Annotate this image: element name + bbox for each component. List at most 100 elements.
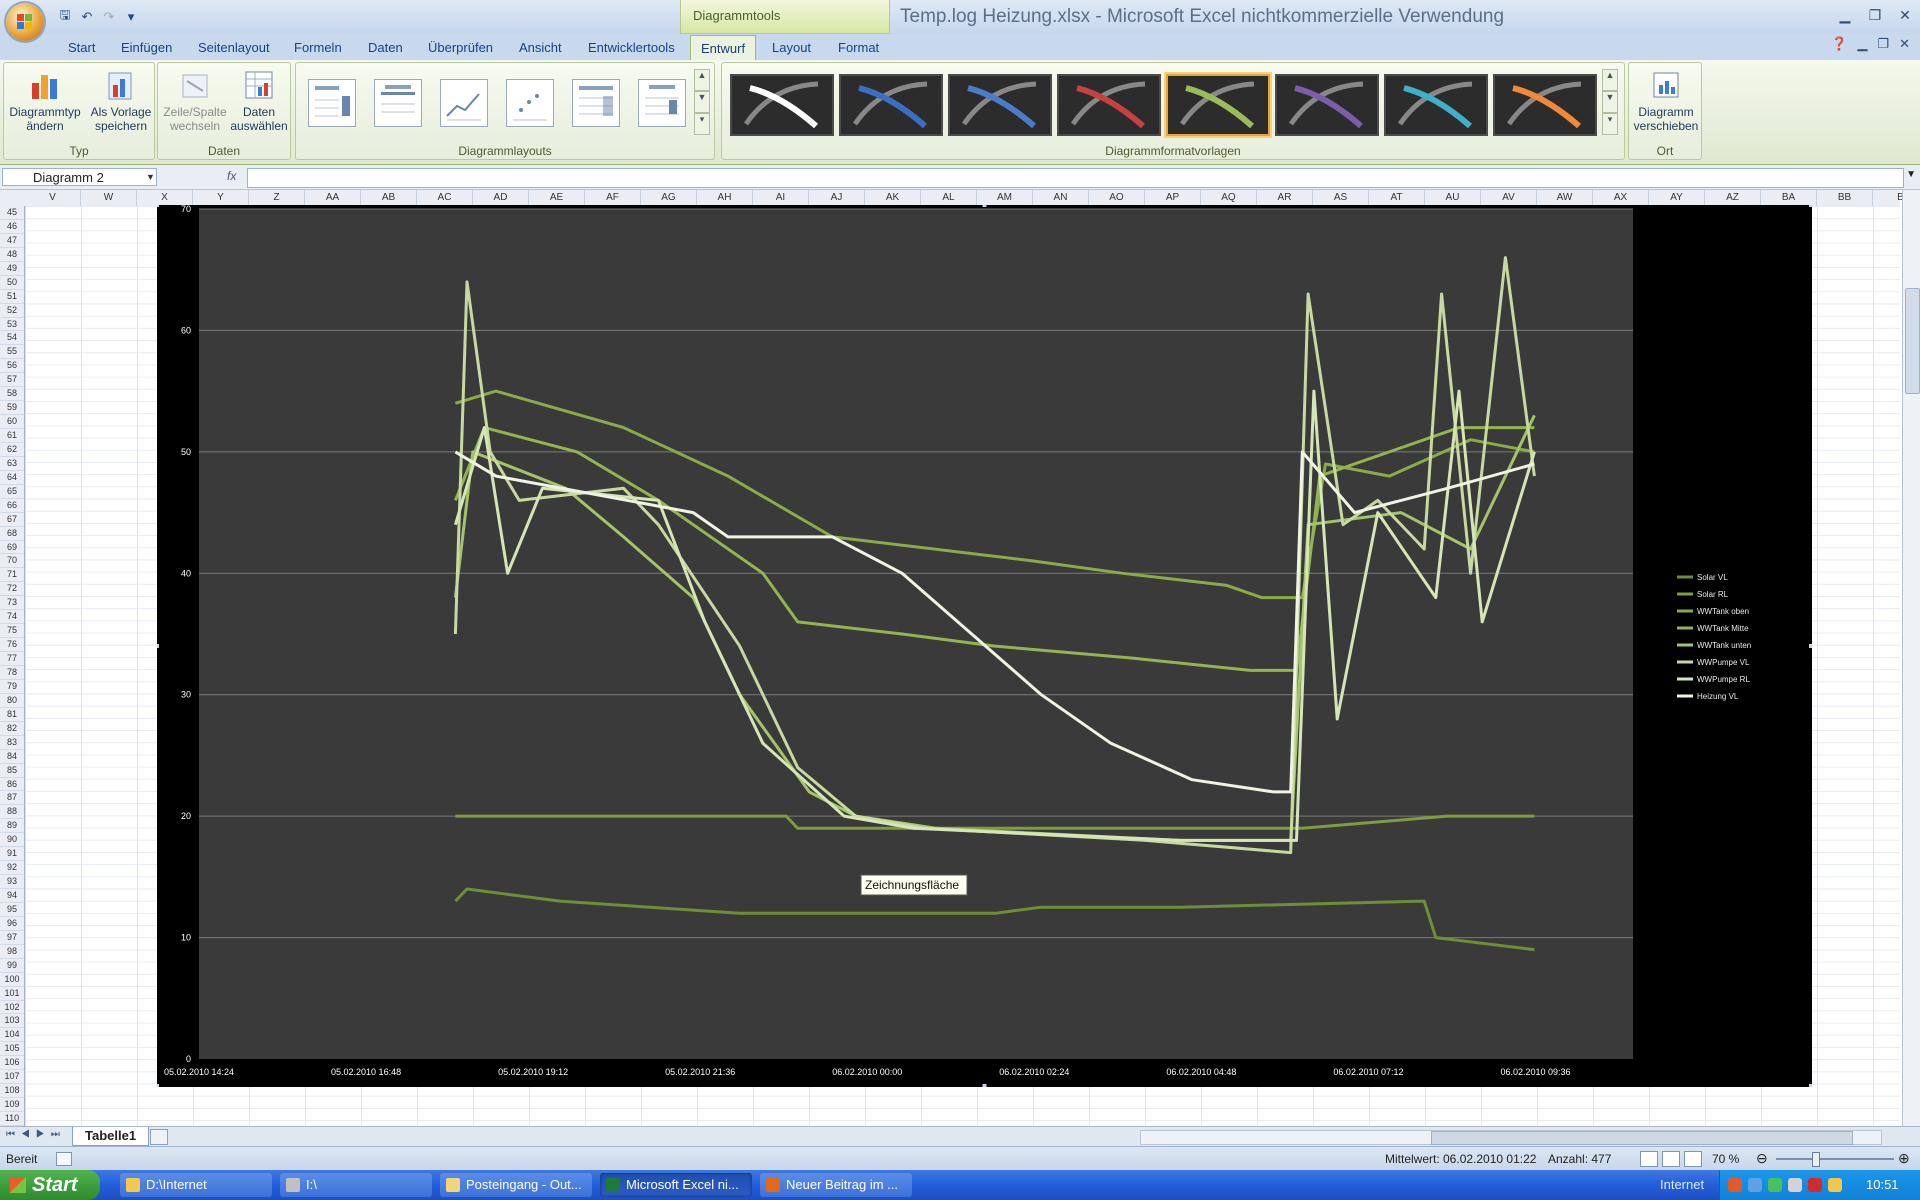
redo-icon[interactable]: ↷ — [100, 8, 118, 26]
horizontal-scroll-thumb[interactable] — [1431, 1131, 1853, 1145]
column-header-cell[interactable]: AN — [1033, 190, 1089, 206]
minimize-icon[interactable]: ▁ — [1857, 36, 1867, 52]
undo-icon[interactable]: ↶ — [78, 8, 96, 26]
name-box-dropdown-icon[interactable]: ▼ — [146, 172, 155, 182]
row-header-cell[interactable]: 97 — [0, 931, 24, 945]
column-header-cell[interactable]: AR — [1257, 190, 1313, 206]
close-icon[interactable]: ✕ — [1899, 36, 1910, 52]
function-icon[interactable]: fx — [227, 169, 236, 183]
row-header-cell[interactable]: 93 — [0, 875, 24, 890]
save-as-template-button[interactable]: Als Vorlage speichern — [84, 69, 158, 133]
tab-einfuegen[interactable]: Einfügen — [113, 38, 180, 57]
tab-start[interactable]: Start — [60, 38, 103, 57]
office-button[interactable] — [6, 3, 44, 41]
tray-app-icon[interactable] — [1728, 1178, 1742, 1192]
chart-style-6[interactable] — [1275, 74, 1379, 136]
row-header-cell[interactable]: 56 — [0, 359, 24, 374]
row-header-cell[interactable]: 108 — [0, 1084, 24, 1099]
chart-resize-handle[interactable] — [1809, 644, 1813, 648]
sheet-tab-tabelle1[interactable]: Tabelle1 — [72, 1127, 150, 1146]
name-box[interactable]: Diagramm 2 — [2, 168, 157, 186]
row-header-cell[interactable]: 103 — [0, 1014, 24, 1029]
column-header-cell[interactable]: AJ — [809, 190, 865, 206]
chart-resize-handle[interactable] — [155, 1084, 159, 1088]
row-header-cell[interactable]: 58 — [0, 387, 24, 402]
row-header-cell[interactable]: 109 — [0, 1098, 24, 1113]
chart-resize-handle[interactable] — [155, 203, 159, 207]
row-header-cell[interactable]: 104 — [0, 1028, 24, 1043]
row-header-cell[interactable]: 52 — [0, 304, 24, 318]
chart-layout-6[interactable] — [638, 79, 686, 127]
column-header-cell[interactable]: AI — [753, 190, 809, 206]
tray-update-icon[interactable] — [1828, 1178, 1842, 1192]
tray-network-icon[interactable] — [1748, 1178, 1762, 1192]
tab-format[interactable]: Format — [830, 38, 887, 57]
tab-ueberpruefen[interactable]: Überprüfen — [420, 38, 501, 57]
tray-volume-icon[interactable] — [1788, 1178, 1802, 1192]
task-button[interactable]: Microsoft Excel ni... — [600, 1173, 752, 1197]
tray-antivirus-icon[interactable] — [1808, 1178, 1822, 1192]
save-icon[interactable]: 🖫 — [56, 7, 74, 26]
row-header-cell[interactable]: 88 — [0, 805, 24, 820]
insert-sheet-icon[interactable] — [150, 1129, 168, 1145]
row-header-cell[interactable]: 99 — [0, 959, 24, 973]
row-header-cell[interactable]: 62 — [0, 443, 24, 457]
tab-daten[interactable]: Daten — [360, 38, 411, 57]
tab-ansicht[interactable]: Ansicht — [511, 38, 570, 57]
chart-object[interactable]: 0 10 20 30 40 50 60 70 05.02.2010 14:24 05.02.201… — [155, 203, 1813, 1088]
column-header-cell[interactable]: AG — [641, 190, 697, 206]
row-header-cell[interactable]: 71 — [0, 568, 24, 583]
row-header-cell[interactable]: 51 — [0, 290, 24, 304]
column-header-cell[interactable]: AH — [697, 190, 753, 206]
row-header-cell[interactable]: 95 — [0, 903, 24, 917]
column-header-cell[interactable]: V — [25, 190, 81, 206]
row-header-cell[interactable]: 72 — [0, 582, 24, 597]
row-header-cell[interactable]: 45 — [0, 206, 24, 220]
row-header-cell[interactable]: 65 — [0, 485, 24, 499]
column-header-cell[interactable]: AZ — [1705, 190, 1761, 206]
row-header-cell[interactable]: 50 — [0, 276, 24, 290]
switch-row-column-button[interactable]: Zeile/Spalte wechseln — [160, 69, 230, 133]
row-header-cell[interactable]: 94 — [0, 889, 24, 903]
zoom-level[interactable]: 70 % — [1712, 1152, 1739, 1166]
column-header-cell[interactable]: AD — [473, 190, 529, 206]
row-header-cell[interactable]: 90 — [0, 833, 24, 848]
column-header-cell[interactable]: AX — [1593, 190, 1649, 206]
row-header-cell[interactable]: 92 — [0, 861, 24, 876]
row-header-cell[interactable]: 91 — [0, 847, 24, 862]
row-header-cell[interactable]: 106 — [0, 1056, 24, 1071]
chart-layout-1[interactable] — [308, 79, 356, 127]
task-button[interactable]: Neuer Beitrag im ... — [760, 1173, 912, 1197]
row-header-cell[interactable]: 83 — [0, 736, 24, 750]
select-data-button[interactable]: Daten auswählen — [228, 69, 290, 133]
row-header-cell[interactable]: 77 — [0, 652, 24, 666]
row-header-cell[interactable]: 102 — [0, 1001, 24, 1015]
task-button[interactable]: D:\Internet — [120, 1173, 272, 1197]
row-header-cell[interactable]: 60 — [0, 415, 24, 430]
chart-layout-5[interactable] — [572, 79, 620, 127]
close-icon[interactable]: ✕ — [1890, 0, 1920, 30]
row-header-cell[interactable]: 66 — [0, 499, 24, 513]
zoom-slider[interactable] — [1776, 1152, 1894, 1167]
column-header-cell[interactable]: BB — [1817, 190, 1873, 206]
column-header-cell[interactable]: AK — [865, 190, 921, 206]
chart-resize-handle[interactable] — [1809, 203, 1813, 207]
sheet-navigation-icon[interactable]: ⏮◀▶⏭ — [6, 1129, 66, 1140]
row-header-cell[interactable]: 69 — [0, 541, 24, 555]
tray-security-icon[interactable] — [1768, 1178, 1782, 1192]
row-header-cell[interactable]: 53 — [0, 318, 24, 332]
tab-layout[interactable]: Layout — [764, 38, 819, 57]
chart-layout-4[interactable] — [506, 79, 554, 127]
column-header-cell[interactable]: AO — [1089, 190, 1145, 206]
row-header-cell[interactable]: 100 — [0, 973, 24, 987]
page-break-view-icon[interactable] — [1684, 1151, 1702, 1167]
line-chart[interactable]: 0 10 20 30 40 50 60 70 05.02.2010 14:24 05.02.201… — [155, 203, 1813, 1088]
row-header-cell[interactable]: 96 — [0, 917, 24, 931]
chart-style-5[interactable] — [1166, 74, 1270, 136]
vertical-scrollbar[interactable] — [1902, 190, 1920, 1126]
column-header-cell[interactable]: AC — [417, 190, 473, 206]
row-header-cell[interactable]: 46 — [0, 220, 24, 234]
layouts-scroll-down-icon[interactable]: ▼ — [694, 91, 710, 113]
chart-resize-handle[interactable] — [1809, 1084, 1813, 1088]
chart-style-4[interactable] — [1057, 74, 1161, 136]
